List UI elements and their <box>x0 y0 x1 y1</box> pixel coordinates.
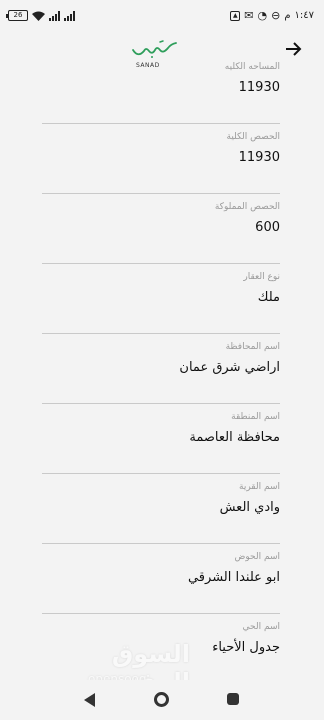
field-value: ملك <box>257 290 280 305</box>
status-time: ١:٤٧ <box>294 10 314 21</box>
message-icon: ✉ <box>244 9 254 22</box>
system-navigation-bar <box>0 680 324 720</box>
field-value: 11930 <box>238 80 280 95</box>
status-bar-left: 26 <box>6 10 75 21</box>
whatsapp-icon: ◔ <box>257 9 268 22</box>
nav-back-icon[interactable] <box>84 693 95 707</box>
field-region-name: اسم المنطقة محافظة العاصمة <box>42 404 280 474</box>
field-label: نوع العقار <box>243 272 280 282</box>
field-value: 600 <box>255 220 280 235</box>
nav-recents-icon[interactable] <box>227 693 239 705</box>
back-button[interactable] <box>282 38 304 60</box>
field-value: وادي العش <box>219 500 280 515</box>
status-bar: 26 ▲ ✉ ◔ ⊖ م ١:٤٧ <box>0 0 324 34</box>
nav-home-icon[interactable] <box>154 692 169 707</box>
field-label: المساحه الكليه <box>224 62 280 72</box>
field-owned-shares: الحصص المملوكة 600 <box>42 194 280 264</box>
field-value: محافظة العاصمة <box>189 430 280 445</box>
field-label: اسم القرية <box>239 482 280 492</box>
field-label: الحصص الكلية <box>226 132 280 142</box>
battery-icon: 26 <box>6 10 28 21</box>
field-label: اسم المحافظة <box>225 342 280 352</box>
arrow-right-icon <box>286 42 302 56</box>
gallery-icon: ▲ <box>230 10 241 21</box>
field-basin-name: اسم الحوض ابو علندا الشرقي <box>42 544 280 614</box>
signal-icon <box>49 10 60 21</box>
do-not-disturb-icon: ⊖ <box>271 9 281 22</box>
field-value: ابو علندا الشرقي <box>187 570 280 585</box>
field-label: الحصص المملوكة <box>214 202 280 212</box>
field-label: اسم الحي <box>242 622 280 632</box>
battery-level: 26 <box>13 11 23 19</box>
signal-icon-2 <box>64 10 75 21</box>
field-label: اسم الحوض <box>234 552 280 562</box>
field-value: جدول الأحياء <box>212 640 280 655</box>
status-time-period: م <box>284 10 291 21</box>
field-value: اراضي شرق عمان <box>179 360 280 375</box>
field-label: اسم المنطقة <box>231 412 280 422</box>
field-value: 11930 <box>238 150 280 165</box>
field-village-name: اسم القرية وادي العش <box>42 474 280 544</box>
field-property-type: نوع العقار ملك <box>42 264 280 334</box>
status-bar-right: ▲ ✉ ◔ ⊖ م ١:٤٧ <box>230 10 314 21</box>
wifi-icon <box>32 11 45 21</box>
field-total-shares: الحصص الكلية 11930 <box>42 124 280 194</box>
field-total-area: المساحه الكليه 11930 <box>42 54 280 124</box>
field-governorate-name: اسم المحافظة اراضي شرق عمان <box>42 334 280 404</box>
